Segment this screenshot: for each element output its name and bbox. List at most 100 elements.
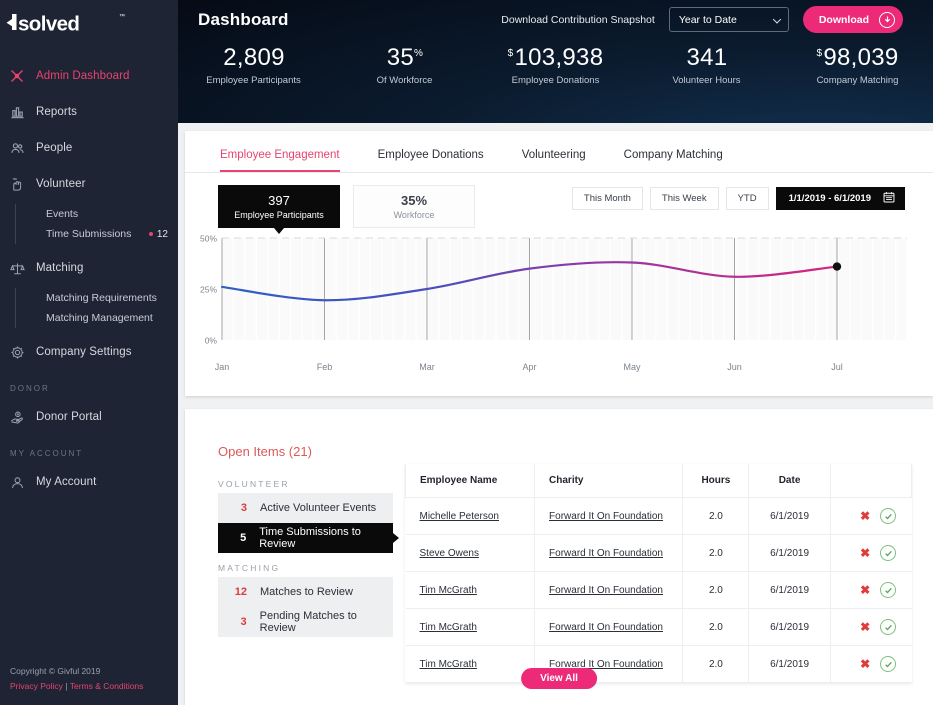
sidebar-subitem-label: Events bbox=[46, 208, 79, 220]
footer-separator: | bbox=[65, 680, 68, 691]
check-circle-icon[interactable] bbox=[880, 582, 897, 598]
stat-card: 35% Of Workforce bbox=[329, 44, 480, 86]
sidebar-item-label: Reports bbox=[36, 106, 77, 118]
cell-employee-name: Tim McGrath bbox=[405, 608, 536, 646]
badge-dot-icon bbox=[148, 232, 153, 236]
stat-suffix: % bbox=[414, 48, 424, 59]
range-this-week[interactable]: This Week bbox=[649, 187, 719, 210]
sidebar-item-my-account[interactable]: My Account bbox=[0, 464, 178, 500]
chart-svg: 0% 25% 50% bbox=[200, 234, 908, 346]
sidebar-subitem-matching-management[interactable]: Matching Management bbox=[46, 308, 178, 328]
open-item-active-volunteer-events[interactable]: 3 Active Volunteer Events bbox=[218, 493, 393, 523]
logo[interactable]: solved ™ bbox=[0, 0, 178, 44]
charity-link[interactable]: Forward It On Foundation bbox=[549, 511, 663, 522]
open-items-section-volunteer: VOLUNTEER bbox=[218, 479, 290, 489]
stat-caption: Employee Donations bbox=[511, 74, 600, 86]
chart-x-tick-label: Mar bbox=[419, 362, 435, 372]
cell-actions: ✖ bbox=[830, 571, 912, 609]
tab-company-matching[interactable]: Company Matching bbox=[624, 143, 723, 172]
sidebar-section-donor: DONOR bbox=[10, 384, 50, 393]
stat-card: 341 Volunteer Hours bbox=[631, 44, 782, 86]
stat-card: $103,938 Employee Donations bbox=[480, 44, 631, 86]
sidebar-item-admin-dashboard[interactable]: Admin Dashboard bbox=[0, 58, 178, 94]
sidebar-subitem-matching-requirements[interactable]: Matching Requirements bbox=[46, 288, 178, 308]
privacy-policy-link[interactable]: Privacy Policy bbox=[10, 681, 63, 691]
open-item-count: 3 bbox=[240, 616, 247, 628]
check-circle-icon[interactable] bbox=[880, 508, 897, 524]
employee-name-link[interactable]: Michelle Peterson bbox=[420, 511, 499, 522]
open-item-matches-to-review[interactable]: 12 Matches to Review bbox=[218, 577, 393, 607]
col-date: Date bbox=[748, 464, 831, 498]
kpi-employee-participants[interactable]: 397 Employee Participants bbox=[218, 185, 340, 228]
employee-name-link[interactable]: Tim McGrath bbox=[420, 659, 477, 670]
stat-prefix: $ bbox=[507, 48, 514, 59]
range-this-month[interactable]: This Month bbox=[571, 187, 643, 210]
kpi-workforce[interactable]: 35% Workforce bbox=[353, 185, 475, 228]
check-circle-icon[interactable] bbox=[880, 656, 897, 672]
cell-employee-name: Tim McGrath bbox=[405, 571, 536, 609]
sidebar-item-matching[interactable]: Matching bbox=[0, 250, 178, 286]
table-row: Tim McGrath Forward It On Foundation 2.0 6/… bbox=[405, 571, 912, 609]
stat-caption: Company Matching bbox=[816, 74, 899, 86]
cell-employee-name: Michelle Peterson bbox=[405, 497, 536, 535]
sidebar-subitem-time-submissions[interactable]: Time Submissions 12 bbox=[46, 224, 178, 244]
x-icon[interactable]: ✖ bbox=[860, 584, 870, 596]
tab-employee-donations[interactable]: Employee Donations bbox=[378, 143, 484, 172]
download-button[interactable]: Download bbox=[802, 6, 903, 33]
x-icon[interactable]: ✖ bbox=[860, 658, 870, 670]
sidebar-subitem-label: Time Submissions bbox=[46, 228, 132, 240]
volunteer-subnav: Events Time Submissions 12 bbox=[15, 204, 178, 244]
snapshot-range-select[interactable]: Year to Date bbox=[668, 7, 789, 32]
open-items-title: Open Items (21) bbox=[218, 444, 312, 459]
tab-employee-engagement[interactable]: Employee Engagement bbox=[220, 143, 340, 172]
employee-name-link[interactable]: Tim McGrath bbox=[420, 585, 477, 596]
terms-link[interactable]: Terms & Conditions bbox=[70, 681, 144, 691]
x-icon[interactable]: ✖ bbox=[860, 621, 870, 633]
open-item-time-submissions-to-review[interactable]: 5 Time Submissions to Review bbox=[218, 523, 393, 553]
stat-value-wrap: 2,809 bbox=[178, 44, 329, 72]
chart-last-point-marker bbox=[832, 262, 842, 271]
check-circle-icon[interactable] bbox=[880, 545, 897, 561]
stat-prefix: $ bbox=[816, 48, 823, 59]
check-circle-icon[interactable] bbox=[880, 619, 897, 635]
chart-x-tick-label: Jul bbox=[831, 362, 843, 372]
view-all-button[interactable]: View All bbox=[521, 668, 597, 689]
sidebar-item-volunteer[interactable]: Volunteer bbox=[0, 166, 178, 202]
sidebar-subitem-events[interactable]: Events bbox=[46, 204, 178, 224]
time-submissions-table: Employee Name Charity Hours Date Michell… bbox=[404, 464, 913, 683]
open-items-group: 12 Matches to Review 3 Pending Matches t… bbox=[218, 577, 393, 637]
matching-subnav: Matching Requirements Matching Managemen… bbox=[15, 288, 178, 328]
stat-value: 341 bbox=[686, 44, 728, 71]
tab-volunteering[interactable]: Volunteering bbox=[522, 143, 586, 172]
sidebar-item-company-settings[interactable]: Company Settings bbox=[0, 334, 178, 370]
employee-name-link[interactable]: Tim McGrath bbox=[420, 622, 477, 633]
user-icon bbox=[8, 473, 26, 491]
charity-link[interactable]: Forward It On Foundation bbox=[549, 622, 663, 633]
cell-hours: 2.0 bbox=[682, 645, 750, 683]
sidebar-subitem-label: Matching Management bbox=[46, 312, 153, 324]
table-body: Michelle Peterson Forward It On Foundatio… bbox=[405, 497, 912, 683]
sidebar-section-my-account: MY ACCOUNT bbox=[10, 449, 84, 458]
sidebar-item-label: Matching bbox=[36, 262, 84, 274]
people-icon bbox=[8, 139, 26, 157]
range-custom-dates[interactable]: 1/1/2019 - 6/1/2019 bbox=[775, 187, 905, 210]
open-item-pending-matches-to-review[interactable]: 3 Pending Matches to Review bbox=[218, 607, 393, 637]
dashboard-page: solved ™ Admin Dashboard Reports People … bbox=[0, 0, 933, 705]
employee-name-link[interactable]: Steve Owens bbox=[420, 548, 479, 559]
range-custom-label: 1/1/2019 - 6/1/2019 bbox=[788, 193, 871, 204]
x-icon[interactable]: ✖ bbox=[860, 510, 870, 522]
cell-date: 6/1/2019 bbox=[748, 571, 831, 609]
sidebar-item-label: Volunteer bbox=[36, 178, 86, 190]
sidebar-item-people[interactable]: People bbox=[0, 130, 178, 166]
time-submissions-badge: 12 bbox=[148, 229, 168, 240]
charity-link[interactable]: Forward It On Foundation bbox=[549, 585, 663, 596]
sidebar-item-reports[interactable]: Reports bbox=[0, 94, 178, 130]
range-ytd[interactable]: YTD bbox=[725, 187, 769, 210]
cell-date: 6/1/2019 bbox=[748, 497, 831, 535]
download-button-label: Download bbox=[818, 13, 869, 26]
charity-link[interactable]: Forward It On Foundation bbox=[549, 548, 663, 559]
sidebar-item-donor-portal[interactable]: Donor Portal bbox=[0, 399, 178, 435]
time-submissions-table-wrap: Employee Name Charity Hours Date Michell… bbox=[404, 464, 913, 683]
chart-tabs: Employee Engagement Employee Donations V… bbox=[185, 131, 933, 173]
x-icon[interactable]: ✖ bbox=[860, 547, 870, 559]
